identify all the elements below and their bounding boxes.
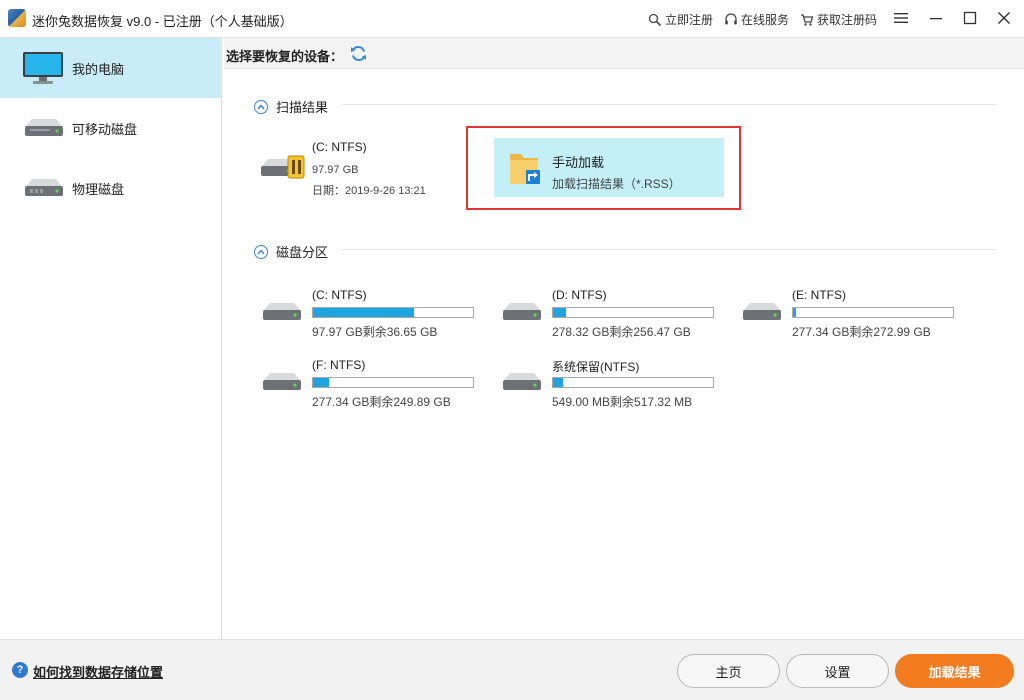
partition-size: 97.97 GB剩余36.65 GB: [312, 325, 438, 339]
partition-name: (F: NTFS): [312, 358, 366, 372]
collapse-chevron-icon: [254, 244, 268, 259]
divider: [342, 104, 996, 105]
close-icon: [998, 12, 1010, 24]
hard-disk-icon: [503, 303, 541, 320]
partition-size: 277.34 GB剩余272.99 GB: [792, 325, 931, 339]
hard-disk-icon: [263, 303, 301, 320]
close-button[interactable]: [992, 6, 1016, 30]
key-search-icon: [648, 13, 662, 26]
usage-bar: [312, 377, 474, 388]
help-link[interactable]: 如何找到数据存储位置: [33, 662, 163, 681]
cart-icon: [801, 13, 814, 26]
section-label: 磁盘分区: [276, 245, 329, 260]
manual-load-title: 手动加载: [552, 155, 605, 170]
partition-name: (E: NTFS): [792, 288, 846, 302]
register-link[interactable]: 立即注册: [648, 11, 713, 28]
hard-disk-icon: [263, 373, 301, 390]
settings-button[interactable]: 设置: [786, 654, 889, 688]
minimize-icon: [930, 18, 942, 20]
hamburger-menu-icon: [894, 13, 908, 23]
scan-result-item[interactable]: (C: NTFS) 97.97 GB 日期：2019-9-26 13:21: [260, 140, 460, 200]
section-label: 扫描结果: [276, 100, 329, 115]
partition-item-e[interactable]: (E: NTFS) 277.34 GB剩余272.99 GB: [740, 288, 960, 348]
headset-icon: [725, 12, 737, 24]
sidebar-item-my-computer[interactable]: 我的电脑: [0, 38, 222, 98]
scan-result-size: 97.97 GB: [312, 164, 359, 176]
partition-name: (D: NTFS): [552, 288, 607, 302]
partition-item-d[interactable]: (D: NTFS) 278.32 GB剩余256.47 GB: [500, 288, 720, 348]
partition-name: (C: NTFS): [312, 288, 367, 302]
scan-result-name: (C: NTFS): [312, 140, 367, 154]
refresh-icon[interactable]: [350, 45, 367, 62]
usage-bar: [552, 377, 714, 388]
sidebar-item-physical-disk[interactable]: 物理磁盘: [0, 158, 222, 218]
usage-bar: [792, 307, 954, 318]
app-icon: [8, 9, 26, 27]
get-code-label: 获取注册码: [817, 13, 878, 27]
sidebar-item-label: 我的电脑: [72, 61, 125, 77]
toolbar-label: 选择要恢复的设备：: [226, 49, 344, 64]
main-panel: 选择要恢复的设备： 扫描结果 (C: NTFS) 97.97 GB 日期：201…: [224, 38, 1024, 639]
maximize-icon: [963, 11, 977, 25]
device-toolbar: 选择要恢复的设备：: [224, 38, 1024, 69]
scan-result-date: 日期：2019-9-26 13:21: [312, 185, 426, 197]
sidebar: 我的电脑 可移动磁盘 物理磁盘: [0, 38, 222, 639]
register-label: 立即注册: [665, 13, 714, 27]
hard-disk-icon: [743, 303, 781, 320]
monitor-icon: [23, 52, 63, 84]
window-title: 迷你兔数据恢复 v9.0 - 已注册（个人基础版）: [32, 14, 293, 29]
maximize-button[interactable]: [958, 6, 982, 30]
bottom-bar: ? 如何找到数据存储位置 主页 设置 加载结果: [0, 639, 1024, 700]
partition-item-f[interactable]: (F: NTFS) 277.34 GB剩余249.89 GB: [260, 358, 480, 418]
partition-item-system-reserved[interactable]: 系统保留(NTFS) 549.00 MB剩余517.32 MB: [500, 358, 720, 418]
scan-disk-icon: [261, 155, 305, 179]
minimize-button[interactable]: [924, 6, 948, 30]
manual-load-card[interactable]: 手动加载 加载扫描结果（*.RSS）: [494, 138, 724, 197]
home-button[interactable]: 主页: [677, 654, 780, 688]
removable-disk-icon: [25, 119, 63, 136]
get-code-link[interactable]: 获取注册码: [800, 11, 877, 28]
physical-disk-icon: [25, 179, 63, 196]
usage-bar: [552, 307, 714, 318]
menu-button[interactable]: [889, 6, 913, 30]
partition-name: 系统保留(NTFS): [552, 360, 640, 374]
load-results-button[interactable]: 加载结果: [895, 654, 1014, 688]
sidebar-item-label: 物理磁盘: [72, 181, 125, 197]
sidebar-item-removable-disk[interactable]: 可移动磁盘: [0, 98, 222, 158]
partition-size: 278.32 GB剩余256.47 GB: [552, 325, 691, 339]
folder-arrow-icon: [510, 154, 540, 184]
partition-item-c[interactable]: (C: NTFS) 97.97 GB剩余36.65 GB: [260, 288, 480, 348]
partition-size: 549.00 MB剩余517.32 MB: [552, 395, 693, 409]
hard-disk-icon: [503, 373, 541, 390]
sidebar-item-label: 可移动磁盘: [72, 121, 138, 137]
divider: [342, 249, 996, 250]
manual-load-subtitle: 加载扫描结果（*.RSS）: [552, 177, 681, 191]
online-service-label: 在线服务: [741, 13, 790, 27]
partitions-header[interactable]: 磁盘分区: [254, 242, 328, 261]
partition-size: 277.34 GB剩余249.89 GB: [312, 395, 451, 409]
online-service-link[interactable]: 在线服务: [724, 11, 789, 28]
title-bar: 迷你兔数据恢复 v9.0 - 已注册（个人基础版） 立即注册 在线服务 获取注册…: [0, 0, 1024, 38]
usage-bar: [312, 307, 474, 318]
collapse-chevron-icon: [254, 99, 268, 114]
help-icon: ?: [12, 662, 28, 678]
scan-results-header[interactable]: 扫描结果: [254, 97, 328, 116]
